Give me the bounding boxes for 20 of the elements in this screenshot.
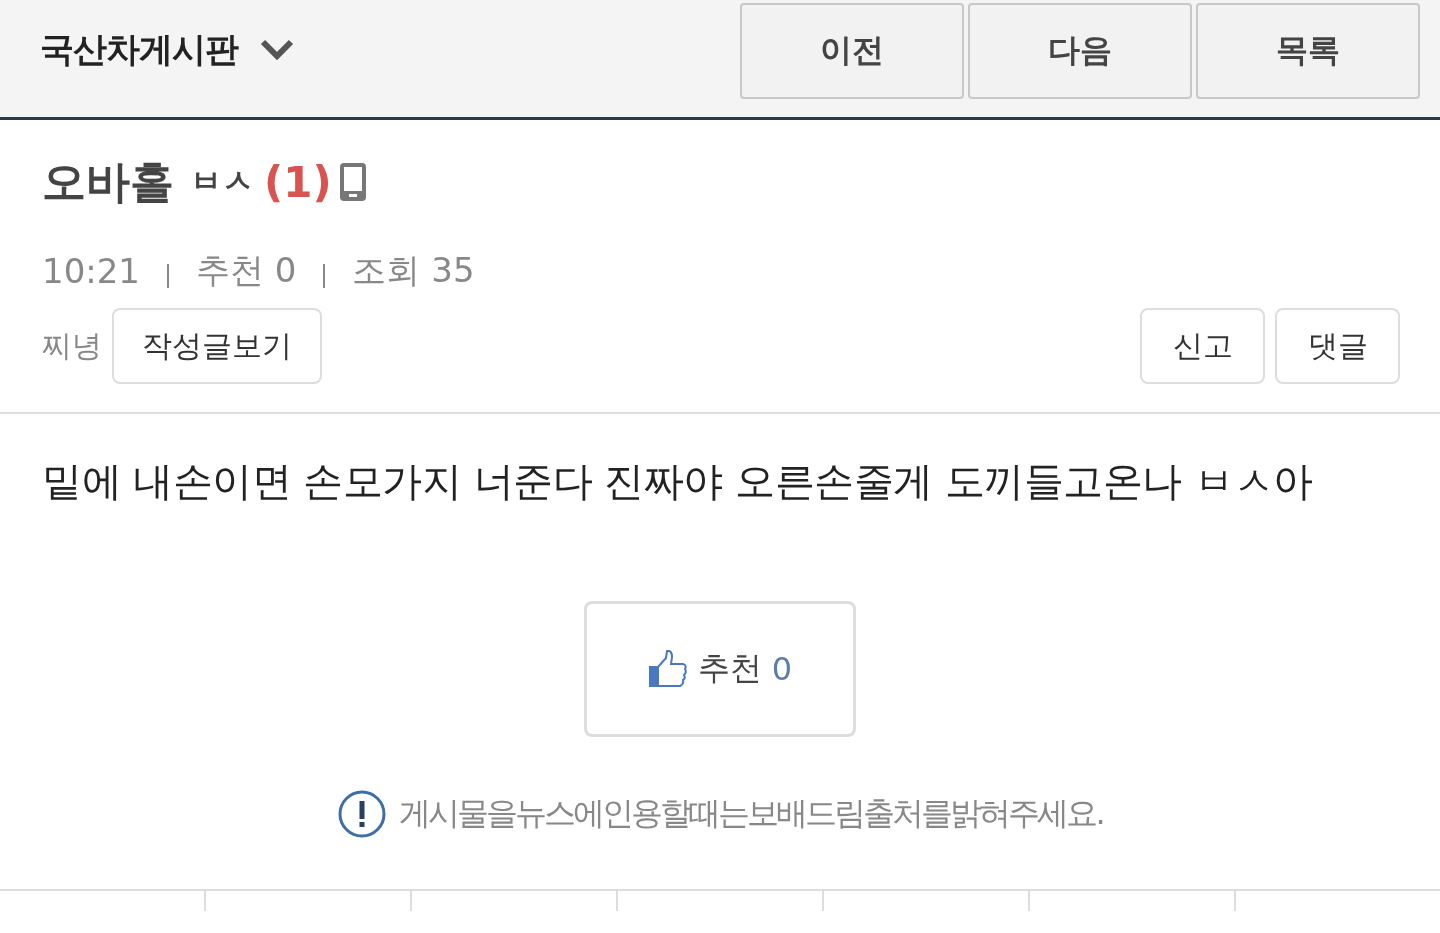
chevron-down-icon[interactable]: [260, 39, 294, 61]
nav-button[interactable]: 이전: [740, 3, 964, 99]
action-button[interactable]: 댓글: [1275, 308, 1400, 384]
post-body: 밑에 내손이면 손모가지 너준다 진짜야 오른손줄게 도끼들고온나 ㅂㅅ아: [42, 457, 1314, 506]
post-title: 오바홀: [42, 154, 174, 209]
thumbs-up-icon: [647, 650, 688, 688]
info-icon: [337, 789, 388, 839]
post-meta: 10:21: [42, 251, 140, 291]
notice-text: 게시물을뉴스에인용할때는보배드림출처를밝혀주세요.: [399, 793, 1103, 834]
recommend-button[interactable]: 추천 0: [584, 601, 856, 737]
post-meta: 조회 35: [352, 249, 475, 292]
nav-button[interactable]: 다음: [968, 3, 1192, 99]
nav-button[interactable]: 목록: [1196, 3, 1420, 99]
view-posts-button[interactable]: 작성글보기: [112, 308, 322, 384]
post-title-suffix: ㅂㅅ: [190, 161, 254, 202]
author-name: 찌녕: [42, 326, 102, 365]
comment-count: (1): [264, 157, 332, 207]
board-title[interactable]: 국산차게시판: [40, 27, 238, 73]
action-button[interactable]: 신고: [1140, 308, 1265, 384]
post-meta: 추천 0: [196, 249, 297, 292]
